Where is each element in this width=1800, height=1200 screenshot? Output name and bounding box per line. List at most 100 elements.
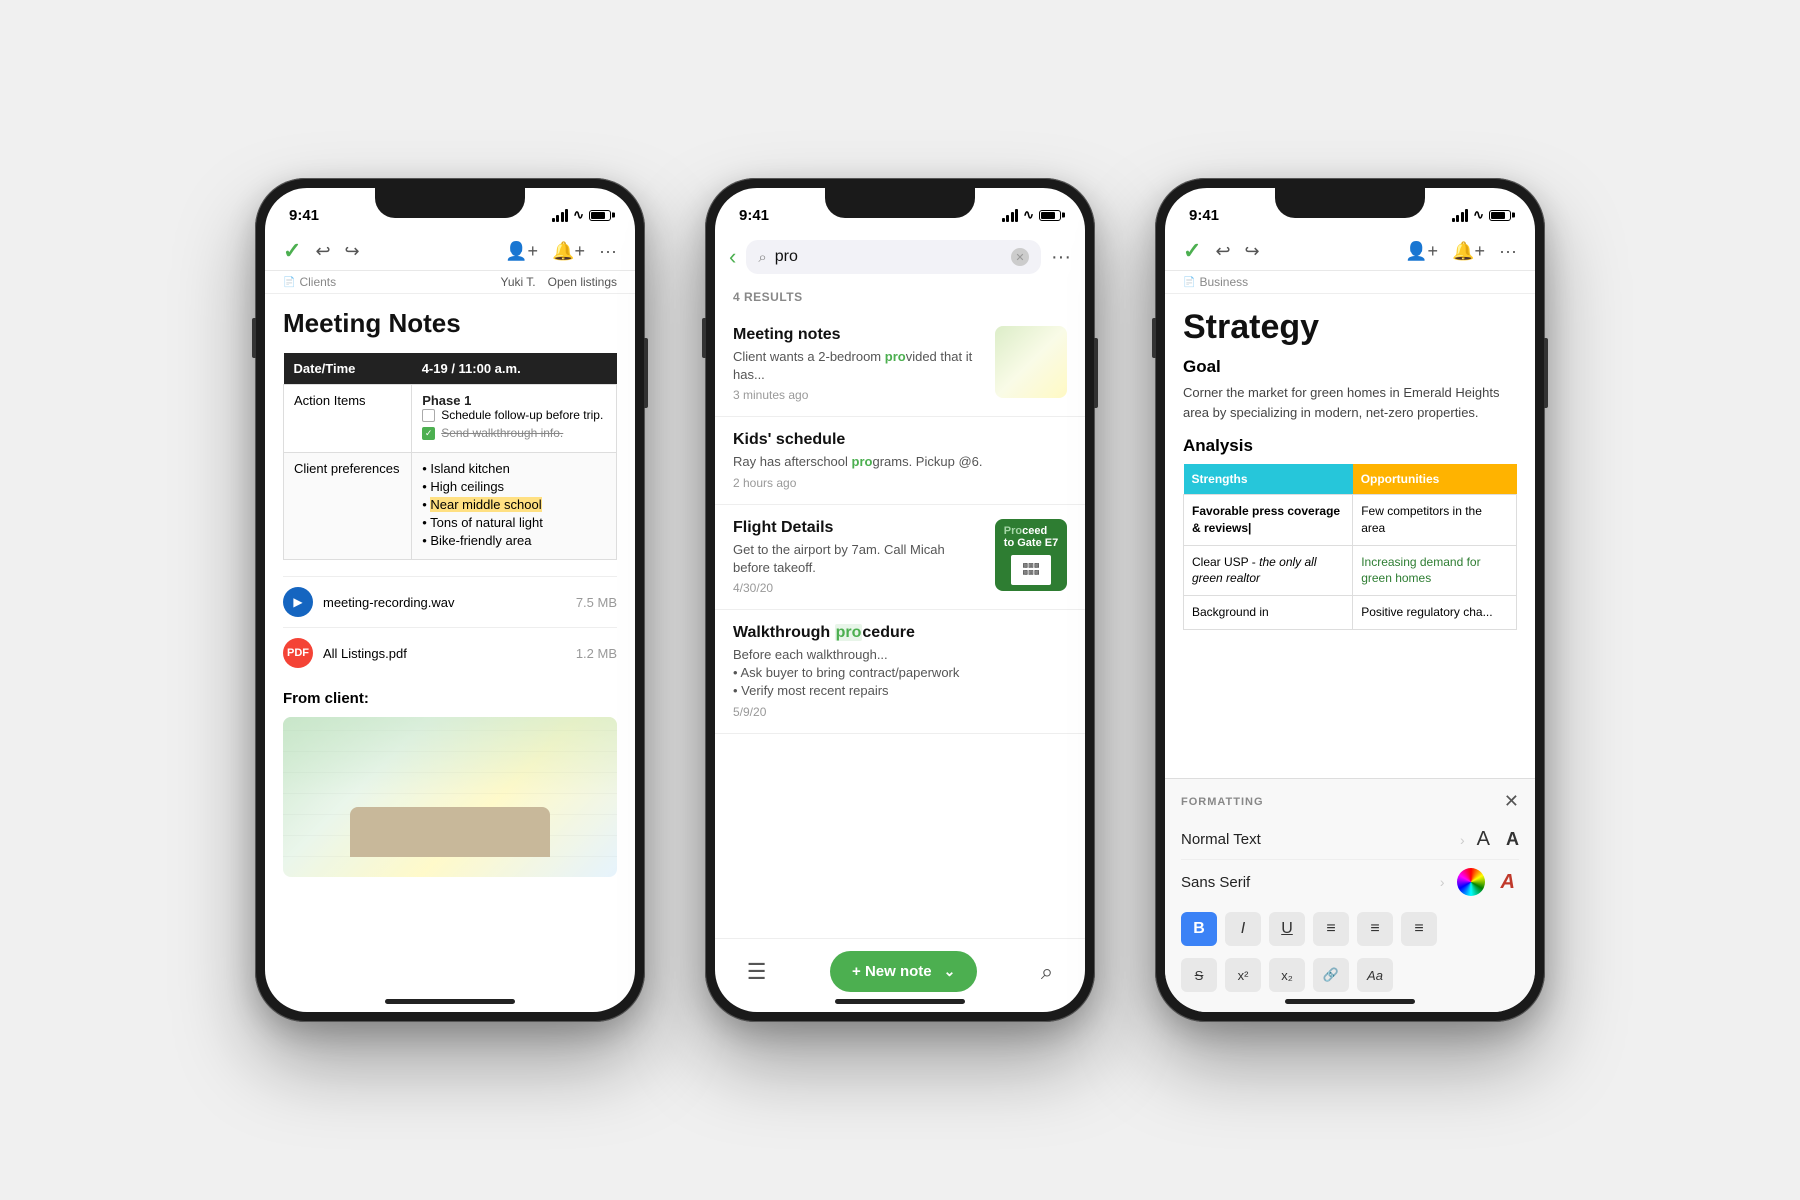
from-client-label: From client: — [283, 690, 617, 707]
more-icon[interactable]: ··· — [599, 241, 617, 262]
opportunity-1: Few competitors in the area — [1353, 495, 1517, 546]
result-time-2: 2 hours ago — [733, 476, 1067, 490]
search-clear-icon[interactable]: ✕ — [1011, 248, 1029, 266]
result-item-3[interactable]: Flight Details Get to the airport by 7am… — [715, 505, 1085, 610]
checkbox-item-2[interactable]: ✓ Send walkthrough info. — [422, 426, 606, 440]
undo-icon-3[interactable]: ↩ — [1215, 241, 1230, 262]
link-button[interactable]: 🔗 — [1313, 958, 1349, 992]
battery-icon-3 — [1489, 210, 1511, 221]
battery-icon-2 — [1039, 210, 1061, 221]
add-person-icon[interactable]: 👤+ — [505, 241, 538, 262]
result-snippet-1: Client wants a 2-bedroom provided that i… — [733, 348, 983, 384]
checkbox-1[interactable] — [422, 409, 435, 422]
new-note-chevron-icon: ⌄ — [944, 963, 956, 980]
status-icons-1: ∿ — [552, 207, 611, 223]
results-count: 4 RESULTS — [715, 282, 1085, 312]
status-icons-2: ∿ — [1002, 207, 1061, 223]
check-icon-3[interactable]: ✓ — [1183, 238, 1201, 264]
subscript-button[interactable]: x₂ — [1269, 958, 1305, 992]
result-item-1[interactable]: Meeting notes Client wants a 2-bedroom p… — [715, 312, 1085, 417]
color-picker-icon[interactable] — [1457, 868, 1485, 896]
strikethrough-button[interactable]: S — [1181, 958, 1217, 992]
room-image — [283, 717, 617, 877]
bell-plus-icon-3[interactable]: 🔔+ — [1452, 241, 1485, 262]
format-row-1[interactable]: Normal Text › A A — [1181, 820, 1519, 860]
attachment-1[interactable]: ▶ meeting-recording.wav 7.5 MB — [283, 576, 617, 627]
toolbar-1: ✓ ↩ ↪ 👤+ 🔔+ ··· — [265, 232, 635, 271]
search-input[interactable]: pro — [775, 248, 1003, 266]
breadcrumb-bar-3: 📄 Business — [1165, 271, 1535, 294]
text-color-icon[interactable]: A — [1501, 871, 1515, 894]
sans-serif-label: Sans Serif — [1181, 874, 1440, 891]
menu-icon[interactable]: ☰ — [747, 959, 767, 985]
result-snippet-4: Before each walkthrough... • Ask buyer t… — [733, 646, 1067, 701]
audio-icon: ▶ — [283, 587, 313, 617]
formatting-panel: FORMATTING ✕ Normal Text › A A Sans Seri… — [1165, 778, 1535, 1012]
col-datetime: Date/Time — [284, 353, 412, 385]
format-row-2[interactable]: Sans Serif › A — [1181, 860, 1519, 904]
checkbox-2[interactable]: ✓ — [422, 427, 435, 440]
text-style-A-bold-icon[interactable]: A — [1506, 829, 1519, 850]
format-toolbar-2: S x² x₂ 🔗 Aa — [1181, 954, 1519, 996]
opportunity-2: Increasing demand for green homes — [1353, 545, 1517, 596]
result-text-1: Meeting notes Client wants a 2-bedroom p… — [733, 326, 983, 402]
add-person-icon-3[interactable]: 👤+ — [1405, 241, 1438, 262]
new-note-button[interactable]: + New note ⌄ — [830, 951, 977, 992]
pref-3: Near middle school — [422, 497, 606, 512]
redo-icon-3[interactable]: ↪ — [1245, 241, 1260, 262]
open-listings-link[interactable]: Open listings — [548, 275, 617, 289]
superscript-button[interactable]: x² — [1225, 958, 1261, 992]
formatting-title: FORMATTING — [1181, 796, 1264, 808]
breadcrumb-bar-1: 📄 Clients Yuki T. Open listings — [265, 271, 635, 294]
attachment-1-name: meeting-recording.wav — [323, 595, 455, 610]
bold-button[interactable]: B — [1181, 912, 1217, 946]
result-text-3: Flight Details Get to the airport by 7am… — [733, 519, 983, 595]
phones-container: 9:41 ∿ ✓ ↩ ↪ — [255, 178, 1545, 1022]
result-item-2[interactable]: Kids' schedule Ray has afterschool progr… — [715, 417, 1085, 504]
search-results: Meeting notes Client wants a 2-bedroom p… — [715, 312, 1085, 938]
wifi-icon-2: ∿ — [1023, 207, 1034, 223]
search-input-container[interactable]: ⌕ pro ✕ — [746, 240, 1041, 274]
user-link[interactable]: Yuki T. — [500, 275, 535, 289]
chevron-right-icon-1: › — [1460, 832, 1465, 848]
breadcrumb-3[interactable]: Business — [1199, 275, 1248, 289]
align-center-button[interactable]: ≡ — [1357, 912, 1393, 946]
breadcrumb-1[interactable]: Clients — [299, 275, 336, 289]
strength-3: Background in — [1184, 596, 1353, 630]
result-snippet-2: Ray has afterschool programs. Pickup @6. — [733, 453, 1067, 471]
action-items-label: Action Items — [284, 385, 412, 453]
redo-icon[interactable]: ↪ — [345, 241, 360, 262]
attachment-2-size: 1.2 MB — [576, 646, 617, 661]
attachment-2[interactable]: PDF All Listings.pdf 1.2 MB — [283, 627, 617, 678]
strength-2: Clear USP - the only all green realtor — [1184, 545, 1353, 596]
result-text-2: Kids' schedule Ray has afterschool progr… — [733, 431, 1067, 489]
align-right-button[interactable]: ≡ — [1401, 912, 1437, 946]
search-nav-icon[interactable]: ⌕ — [1041, 959, 1053, 985]
underline-button[interactable]: U — [1269, 912, 1305, 946]
strength-1: Favorable press coverage & reviews| — [1184, 495, 1353, 546]
strategy-content: Strategy Goal Corner the market for gree… — [1165, 294, 1535, 778]
bell-plus-icon[interactable]: 🔔+ — [552, 241, 585, 262]
more-icon-3[interactable]: ··· — [1499, 241, 1517, 262]
phone-1: 9:41 ∿ ✓ ↩ ↪ — [255, 178, 645, 1022]
undo-icon[interactable]: ↩ — [315, 241, 330, 262]
check-icon[interactable]: ✓ — [283, 238, 301, 264]
pref-2: High ceilings — [422, 479, 606, 494]
result-title-4: Walkthrough procedure — [733, 624, 1067, 642]
close-formatting-button[interactable]: ✕ — [1504, 791, 1519, 812]
status-time-3: 9:41 — [1189, 207, 1219, 224]
signal-icon-3 — [1452, 209, 1469, 222]
pref-4: Tons of natural light — [422, 515, 606, 530]
back-arrow[interactable]: ‹ — [729, 244, 736, 270]
search-more-icon[interactable]: ··· — [1051, 246, 1071, 269]
note-title-1: Meeting Notes — [283, 308, 617, 339]
text-style-A-icon[interactable]: A — [1477, 828, 1490, 851]
align-left-button[interactable]: ≡ — [1313, 912, 1349, 946]
highlight-button[interactable]: Aa — [1357, 958, 1393, 992]
result-item-4[interactable]: Walkthrough procedure Before each walkth… — [715, 610, 1085, 734]
note-content-1: Meeting Notes Date/Time 4-19 / 11:00 a.m… — [265, 294, 635, 1012]
italic-button[interactable]: I — [1225, 912, 1261, 946]
action-items-content: Phase 1 Schedule follow-up before trip. … — [412, 385, 617, 453]
checkbox-item-1[interactable]: Schedule follow-up before trip. — [422, 408, 606, 422]
result-text-4: Walkthrough procedure Before each walkth… — [733, 624, 1067, 719]
